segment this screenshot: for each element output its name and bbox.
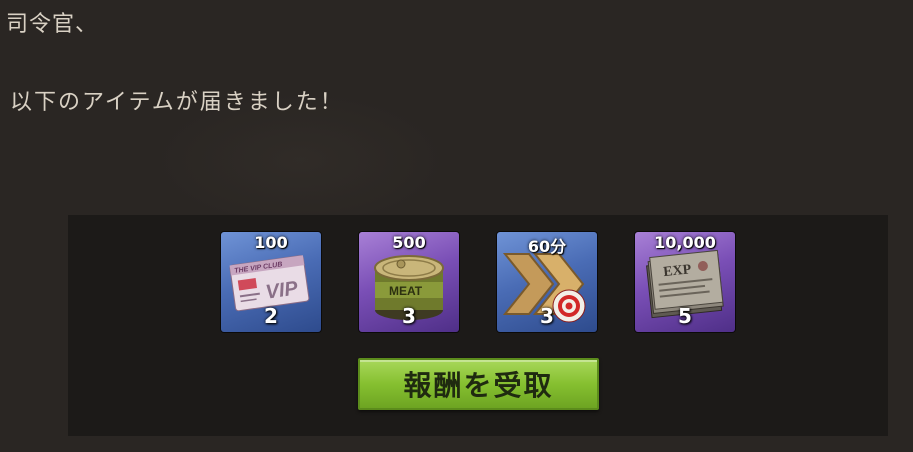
reward-amount: 10,000 [654, 233, 716, 252]
reward-item-meat[interactable]: MEAT 500 3 [359, 232, 459, 332]
reward-item-vip[interactable]: THE VIP CLUB VIP 100 2 [221, 232, 321, 332]
reward-count: 5 [678, 304, 692, 328]
svg-text:MEAT: MEAT [389, 284, 423, 298]
letter-message: 以下のアイテムが届きました！ [10, 90, 344, 115]
svg-text:EXP: EXP [663, 262, 693, 280]
reward-item-exp[interactable]: EXP 10,000 5 [635, 232, 735, 332]
reward-amount: 100 [254, 233, 288, 252]
svg-text:VIP: VIP [264, 277, 300, 303]
reward-amount: 60分 [527, 237, 567, 256]
reward-count: 2 [264, 304, 278, 328]
reward-count: 3 [540, 304, 554, 328]
claim-rewards-button[interactable]: 報酬を受取 [358, 358, 599, 410]
claim-button-label: 報酬を受取 [403, 369, 554, 402]
reward-items: THE VIP CLUB VIP 100 2 MEAT 500 3 60分 3 … [221, 232, 735, 332]
letter-greeting: 司令官、 [6, 12, 99, 37]
reward-item-speedup[interactable]: 60分 3 [497, 232, 597, 332]
reward-count: 3 [402, 304, 416, 328]
reward-amount: 500 [392, 233, 426, 252]
